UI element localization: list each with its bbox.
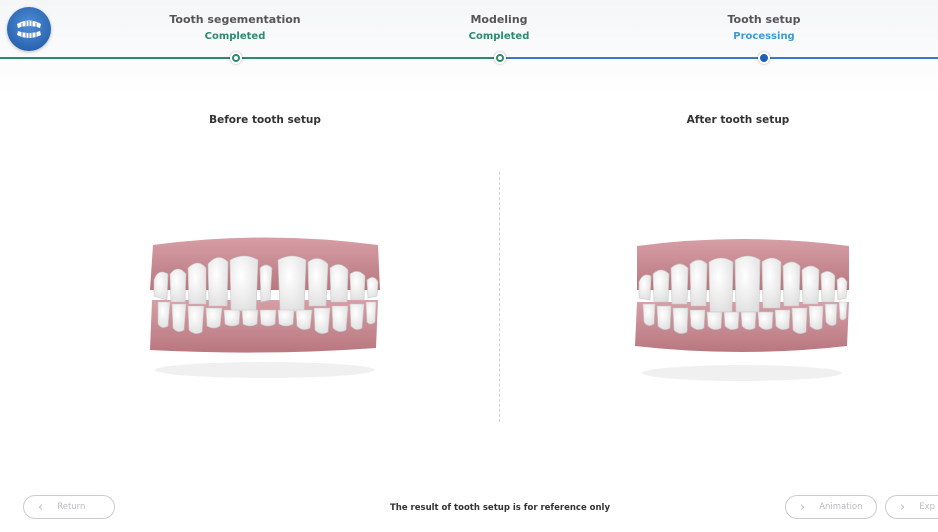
chevron-left-icon: ‹ bbox=[38, 499, 44, 515]
animation-button-label: Animation bbox=[819, 502, 863, 512]
teeth-logo-icon bbox=[7, 7, 51, 51]
after-dental-model[interactable] bbox=[625, 228, 860, 383]
step-marker-completed bbox=[230, 52, 242, 64]
before-panel-title: Before tooth setup bbox=[209, 114, 321, 126]
step-tooth-setup: Tooth setup Processing bbox=[664, 12, 864, 44]
panel-divider bbox=[499, 172, 500, 422]
reference-note: The result of tooth setup is for referen… bbox=[389, 503, 611, 513]
animation-button[interactable]: › Animation bbox=[785, 495, 877, 519]
step-status: Completed bbox=[204, 31, 266, 42]
progress-line-pending bbox=[500, 57, 938, 59]
return-button[interactable]: ‹ Return bbox=[23, 495, 115, 519]
step-tooth-segmentation: Tooth segementation Completed bbox=[135, 12, 335, 44]
step-name: Modeling bbox=[470, 13, 528, 26]
step-status: Processing bbox=[733, 31, 795, 42]
step-name: Tooth setup bbox=[727, 13, 801, 26]
export-button[interactable]: › Exp bbox=[885, 495, 938, 519]
before-dental-model[interactable] bbox=[140, 230, 390, 380]
progress-line-completed bbox=[0, 57, 500, 59]
step-marker-active bbox=[758, 52, 770, 64]
chevron-right-icon: › bbox=[800, 499, 806, 515]
chevron-right-icon: › bbox=[900, 499, 906, 515]
step-marker-completed bbox=[494, 52, 506, 64]
after-panel-title: After tooth setup bbox=[686, 114, 790, 126]
export-button-label: Exp bbox=[919, 502, 935, 512]
step-modeling: Modeling Completed bbox=[399, 12, 599, 44]
step-status: Completed bbox=[468, 31, 530, 42]
progress-header: Tooth segementation Completed Modeling C… bbox=[0, 0, 938, 95]
step-name: Tooth segementation bbox=[169, 13, 301, 26]
return-button-label: Return bbox=[57, 502, 86, 512]
